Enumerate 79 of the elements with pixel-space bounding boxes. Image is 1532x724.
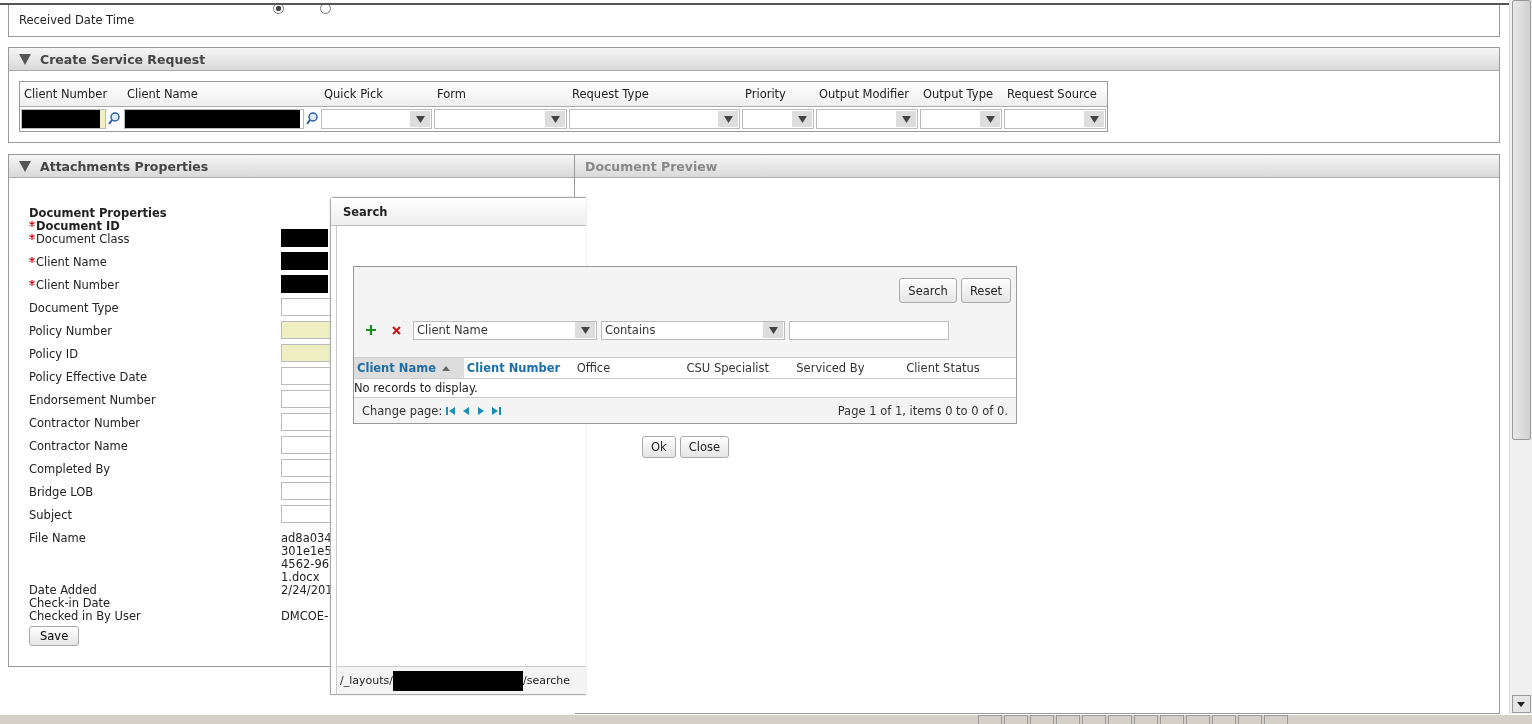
dropdown-field[interactable] bbox=[742, 109, 814, 129]
lookup-field[interactable] bbox=[21, 109, 106, 129]
dialog-title: Search bbox=[331, 198, 586, 226]
field-label: Document Type bbox=[29, 302, 119, 317]
field-value: ad8a034 bbox=[281, 532, 332, 545]
field-label: Checked in By User bbox=[29, 610, 141, 623]
redaction-bar bbox=[281, 275, 328, 293]
save-button[interactable]: Save bbox=[29, 626, 80, 646]
collapse-triangle-icon[interactable] bbox=[19, 53, 31, 65]
dropdown-field[interactable] bbox=[321, 109, 432, 129]
dialog-button[interactable]: Close bbox=[679, 436, 730, 458]
scroll-down-icon[interactable] bbox=[1511, 695, 1531, 713]
required-asterisk-icon bbox=[29, 280, 35, 286]
field-label: Contractor Name bbox=[29, 440, 128, 455]
field-label: Received Date Time bbox=[19, 13, 135, 27]
dropdown-field[interactable] bbox=[816, 109, 918, 129]
section-heading: Document Properties bbox=[29, 207, 167, 220]
pager-label: Change page: bbox=[362, 403, 443, 418]
empty-message: No records to display. bbox=[354, 379, 1016, 398]
field-label: Client Name bbox=[36, 256, 107, 271]
required-asterisk-icon bbox=[29, 234, 35, 240]
radio-button[interactable] bbox=[273, 5, 284, 14]
field-label: Check-in Date bbox=[29, 597, 111, 610]
field-label: Date Added bbox=[29, 584, 97, 597]
radio-button[interactable] bbox=[320, 5, 331, 14]
panel-title: Attachments Properties bbox=[40, 158, 209, 174]
field-label: Document Class bbox=[36, 233, 130, 248]
dropdown-field[interactable] bbox=[920, 109, 1002, 129]
dropdown-field[interactable] bbox=[434, 109, 567, 129]
field-value: DMCOE- bbox=[281, 610, 329, 623]
scroll-thumb[interactable] bbox=[1511, 0, 1531, 440]
field-value: 2/24/201 bbox=[281, 584, 333, 597]
field-value: 1.docx bbox=[281, 571, 321, 584]
column-header: CSU Specialist bbox=[685, 360, 771, 377]
search-icon[interactable] bbox=[108, 112, 120, 126]
search-icon[interactable] bbox=[306, 112, 318, 126]
url-text: /searche bbox=[522, 674, 570, 687]
dialog-button[interactable]: Ok bbox=[642, 436, 676, 458]
field-label: Policy ID bbox=[29, 348, 78, 363]
last-page-icon[interactable] bbox=[491, 405, 502, 416]
previous-page-icon[interactable] bbox=[461, 405, 472, 416]
panel-title: Document Preview bbox=[585, 158, 718, 174]
url-text: /_layouts/ bbox=[340, 674, 393, 687]
sort-ascending-icon[interactable] bbox=[442, 365, 450, 371]
delete-icon[interactable] bbox=[392, 325, 401, 335]
page-info: Page 1 of 1, items 0 to 0 of 0. bbox=[837, 403, 1008, 418]
field-select[interactable]: Client Name bbox=[413, 320, 597, 340]
column-header: Serviced By bbox=[795, 360, 866, 377]
add-icon[interactable] bbox=[366, 325, 376, 335]
dialog-button[interactable]: Reset bbox=[960, 278, 1011, 303]
field-label: Subject bbox=[29, 509, 72, 524]
field-label: Endorsement Number bbox=[29, 394, 156, 409]
redaction-bar bbox=[281, 229, 328, 247]
panel-title: Create Service Request bbox=[40, 51, 206, 67]
search-field[interactable] bbox=[789, 320, 949, 340]
field-label: Contractor Number bbox=[29, 417, 141, 432]
dropdown-field[interactable] bbox=[1004, 109, 1106, 129]
dropdown-field[interactable] bbox=[569, 109, 740, 129]
field-value: 301e1e5 bbox=[281, 545, 332, 558]
field-label: Policy Effective Date bbox=[29, 371, 148, 386]
required-asterisk-icon bbox=[29, 257, 35, 263]
field-label: Client Number bbox=[36, 279, 120, 294]
dialog-button[interactable]: Search bbox=[899, 278, 957, 303]
field-label: Bridge LOB bbox=[29, 486, 94, 501]
scrollbar[interactable] bbox=[1509, 0, 1532, 714]
column-header[interactable]: Client Number bbox=[463, 358, 574, 378]
redaction-bar bbox=[281, 252, 328, 270]
first-page-icon[interactable] bbox=[446, 405, 457, 416]
required-asterisk-icon bbox=[29, 221, 35, 227]
field-value: 4562-96 bbox=[281, 558, 331, 571]
field-label: File Name bbox=[29, 532, 86, 547]
field-label: Policy Number bbox=[29, 325, 112, 340]
column-header: Client Status bbox=[905, 360, 981, 377]
operator-select[interactable]: Contains bbox=[601, 320, 785, 340]
section-heading: Document ID bbox=[36, 220, 120, 233]
field-label: Completed By bbox=[29, 463, 111, 478]
column-header: Office bbox=[575, 360, 612, 377]
column-header[interactable]: Client Name bbox=[354, 358, 464, 378]
collapse-triangle-icon[interactable] bbox=[19, 160, 31, 172]
